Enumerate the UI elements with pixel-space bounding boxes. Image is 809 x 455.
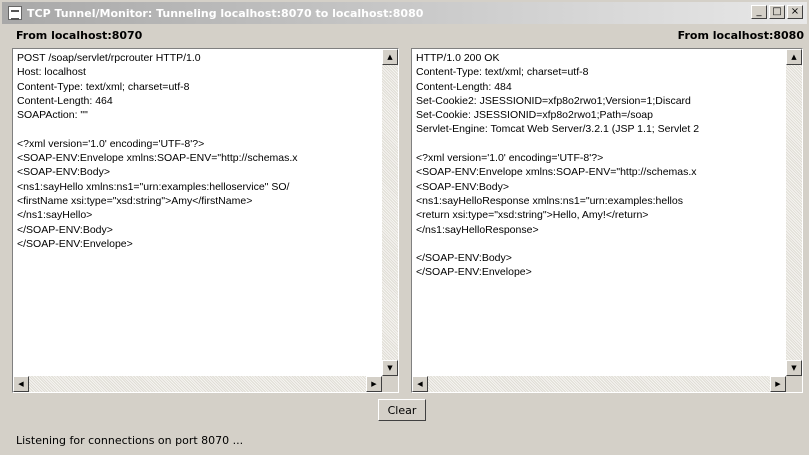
- text-line: <?xml version='1.0' encoding='UTF-8'?>: [416, 152, 604, 165]
- text-line: Servlet-Engine: Tomcat Web Server/3.2.1 …: [416, 123, 700, 136]
- text-line: <SOAP-ENV:Envelope xmlns:SOAP-ENV="http:…: [416, 166, 697, 179]
- text-line: [416, 237, 784, 251]
- window-controls: _ □ ×: [751, 5, 803, 19]
- scroll-right-icon[interactable]: ▶: [770, 376, 786, 392]
- text-line: [416, 137, 784, 151]
- title-bar[interactable]: TCP Tunnel/Monitor: Tunneling localhost:…: [2, 2, 807, 24]
- response-text[interactable]: HTTP/1.0 200 OK Content-Type: text/xml; c…: [416, 51, 784, 374]
- text-line: <SOAP-ENV:Body>: [17, 166, 110, 179]
- maximize-button[interactable]: □: [769, 5, 785, 19]
- scroll-down-icon[interactable]: ▼: [382, 360, 398, 376]
- text-line: <return xsi:type="xsd:string">Hello, Amy…: [416, 209, 649, 222]
- text-line: Set-Cookie: JSESSIONID=xfp8o2rwo1;Path=/…: [416, 109, 653, 122]
- vertical-scrollbar[interactable]: ▲ ▼: [382, 49, 398, 376]
- horizontal-scrollbar[interactable]: ◀ ▶: [13, 376, 382, 392]
- clear-button[interactable]: Clear: [378, 399, 426, 421]
- text-line: Content-Type: text/xml; charset=utf-8: [416, 66, 589, 79]
- header-row: From localhost:8070 From localhost:8080: [0, 27, 809, 45]
- minimize-button[interactable]: _: [751, 5, 767, 19]
- text-line: </ns1:sayHelloResponse>: [416, 223, 539, 236]
- text-line: </SOAP-ENV:Body>: [17, 223, 113, 236]
- text-line: Content-Length: 464: [17, 94, 113, 107]
- scroll-up-icon[interactable]: ▲: [382, 49, 398, 65]
- right-pane-header: From localhost:8080: [677, 29, 804, 42]
- scroll-up-icon[interactable]: ▲: [786, 49, 802, 65]
- text-line: HTTP/1.0 200 OK: [416, 52, 500, 64]
- text-line: Host: localhost: [17, 66, 86, 79]
- text-line: SOAPAction: "": [17, 109, 88, 122]
- text-line: </SOAP-ENV:Envelope>: [17, 237, 133, 250]
- scroll-corner: [382, 376, 398, 392]
- text-line: <SOAP-ENV:Envelope xmlns:SOAP-ENV="http:…: [17, 152, 298, 165]
- horizontal-scrollbar[interactable]: ◀ ▶: [412, 376, 786, 392]
- scroll-right-icon[interactable]: ▶: [366, 376, 382, 392]
- response-text-area[interactable]: HTTP/1.0 200 OK Content-Type: text/xml; c…: [411, 48, 803, 393]
- scroll-down-icon[interactable]: ▼: [786, 360, 802, 376]
- text-line: <firstName xsi:type="xsd:string">Amy</fi…: [17, 194, 253, 207]
- text-line: POST /soap/servlet/rpcrouter HTTP/1.0: [17, 52, 201, 64]
- text-line: </SOAP-ENV:Body>: [416, 252, 512, 265]
- text-line: <SOAP-ENV:Body>: [416, 180, 509, 193]
- scroll-corner: [786, 376, 802, 392]
- text-line: Content-Length: 484: [416, 80, 512, 93]
- text-line: <ns1:sayHello xmlns:ns1="urn:examples:he…: [17, 180, 290, 193]
- scroll-left-icon[interactable]: ◀: [412, 376, 428, 392]
- text-line: </SOAP-ENV:Envelope>: [416, 266, 532, 279]
- scroll-left-icon[interactable]: ◀: [13, 376, 29, 392]
- status-text: Listening for connections on port 8070 .…: [16, 434, 244, 447]
- vertical-scrollbar[interactable]: ▲ ▼: [786, 49, 802, 376]
- text-line: </ns1:sayHello>: [17, 209, 93, 222]
- left-pane-header: From localhost:8070: [16, 29, 143, 42]
- request-text-area[interactable]: POST /soap/servlet/rpcrouter HTTP/1.0 Hos…: [12, 48, 399, 393]
- text-line: <?xml version='1.0' encoding='UTF-8'?>: [17, 137, 205, 150]
- text-line: Set-Cookie2: JSESSIONID=xfp8o2rwo1;Versi…: [416, 94, 691, 107]
- window-title: TCP Tunnel/Monitor: Tunneling localhost:…: [27, 6, 424, 20]
- text-line: [17, 122, 380, 136]
- request-text[interactable]: POST /soap/servlet/rpcrouter HTTP/1.0 Hos…: [17, 51, 380, 374]
- text-line: <ns1:sayHelloResponse xmlns:ns1="urn:exa…: [416, 194, 683, 207]
- app-icon[interactable]: [8, 6, 22, 20]
- close-button[interactable]: ×: [787, 5, 803, 19]
- text-line: Content-Type: text/xml; charset=utf-8: [17, 80, 190, 93]
